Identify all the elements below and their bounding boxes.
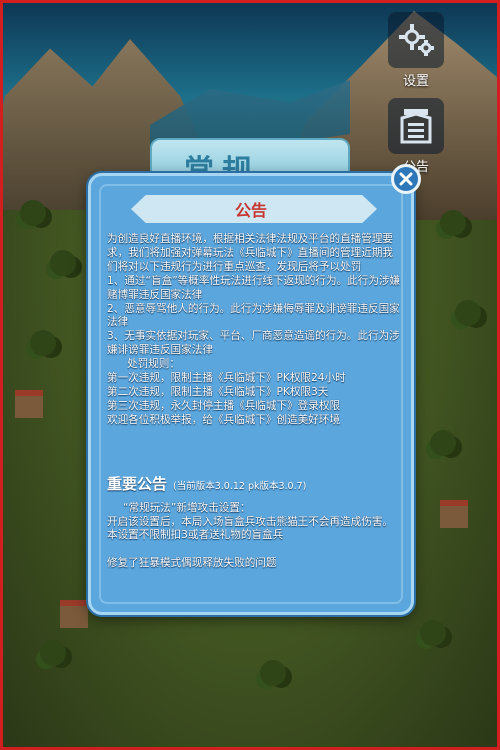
dialog-title: 公告 bbox=[234, 201, 267, 220]
announcement-button[interactable]: 公告 bbox=[386, 98, 446, 175]
close-icon bbox=[399, 172, 413, 186]
tree bbox=[50, 250, 76, 276]
closing-line: 欢迎各位积极举报，给《兵临城下》创造美好环境 bbox=[107, 413, 341, 426]
update-notes: “常规玩法”新增攻击设置： 开启该设置后，本局入场盲盒兵攻击熊猫王不会再造成伤害… bbox=[107, 502, 403, 570]
fix-line: 修复了狂暴模式偶现释放失败的问题 bbox=[107, 556, 277, 569]
announcement-icon bbox=[388, 98, 444, 154]
tree bbox=[420, 620, 446, 646]
tree bbox=[260, 660, 286, 686]
announcement-body: 为创造良好直播环境，根据相关法律法规及平台的直播管理要求，我们将加强对弹幕玩法《… bbox=[107, 233, 403, 428]
penalty-title: 处罚规则： bbox=[127, 358, 180, 371]
tree bbox=[20, 200, 46, 226]
announcement-dialog: 公告 为创造良好直播环境，根据相关法律法规及平台的直播管理要求，我们将加强对弹幕… bbox=[88, 164, 421, 615]
update-intro: “常规玩法”新增攻击设置： bbox=[123, 502, 251, 514]
notice-heading-text: 重要公告 bbox=[107, 475, 168, 493]
penalty-item: 第一次违规，限制主播《兵临城下》PK权限24小时 bbox=[107, 372, 346, 385]
intro-paragraph: 为创造良好直播环境，根据相关法律法规及平台的直播管理要求，我们将加强对弹幕玩法《… bbox=[107, 233, 394, 273]
settings-label: 设置 bbox=[402, 74, 429, 89]
gear-icon bbox=[388, 12, 444, 68]
violation-item: 1、通过“盲盒”等概率性玩法进行线下返现的行为。此行为涉嫌赌博罪违反国家法律 bbox=[107, 274, 401, 301]
violation-item: 2、恶意辱骂他人的行为。此行为涉嫌侮辱罪及诽谤罪违反国家法律 bbox=[107, 302, 400, 329]
tree bbox=[30, 330, 56, 356]
close-button[interactable] bbox=[391, 164, 421, 194]
house bbox=[60, 600, 88, 628]
house bbox=[440, 500, 468, 528]
penalty-item: 第三次违规，永久封停主播《兵临城下》登录权限 bbox=[107, 399, 341, 412]
important-notice-heading: 重要公告 (当前版本3.0.12 pk版本3.0.7) bbox=[107, 473, 306, 494]
update-line: 本设置不限制扣3或者送礼物的盲盒兵 bbox=[107, 529, 284, 542]
penalty-item: 第二次违规，限制主播《兵临城下》PK权限3天 bbox=[107, 385, 329, 398]
tree bbox=[455, 300, 481, 326]
house bbox=[15, 390, 43, 418]
version-info: (当前版本3.0.12 pk版本3.0.7) bbox=[173, 481, 307, 492]
update-line: 开启该设置后，本局入场盲盒兵攻击熊猫王不会再造成伤害。 bbox=[107, 515, 394, 528]
tree bbox=[40, 640, 66, 666]
settings-button[interactable]: 设置 bbox=[386, 12, 446, 89]
tree bbox=[430, 430, 456, 456]
tree bbox=[440, 210, 466, 236]
violation-item: 3、无事实依据对玩家、平台、厂商恶意造谣的行为。此行为涉嫌诽谤罪违反国家法律 bbox=[107, 330, 400, 357]
